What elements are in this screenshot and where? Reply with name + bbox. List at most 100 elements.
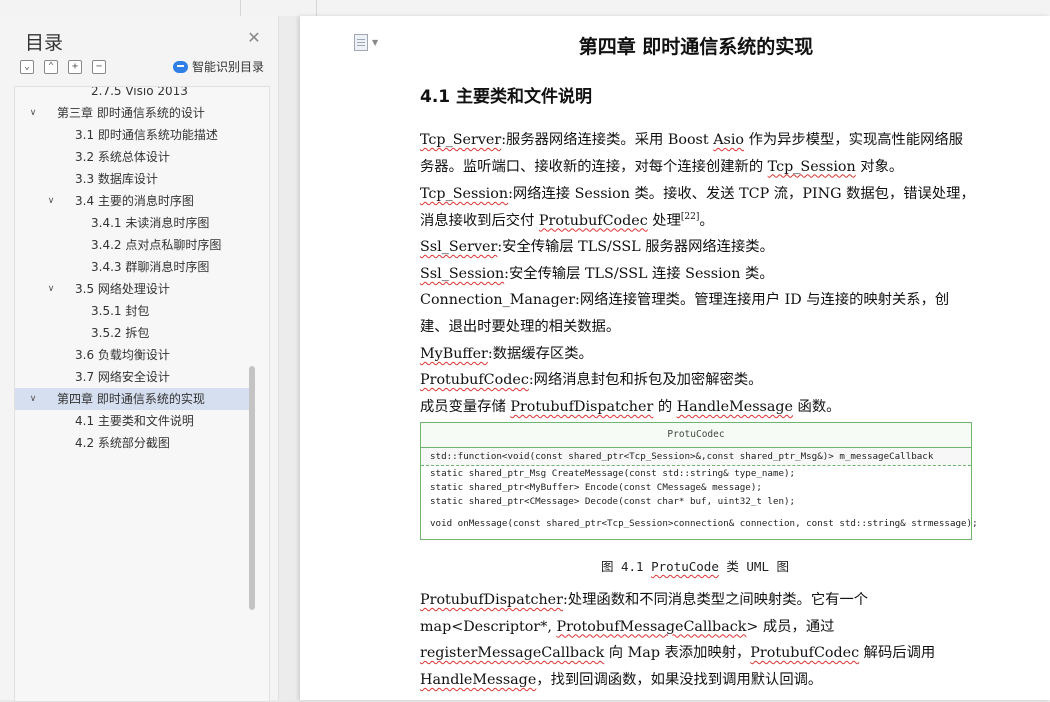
term: ProtobufMessageCallback (556, 618, 747, 635)
chevron-down-icon[interactable]: ∨ (27, 388, 39, 410)
text-run: 函数。 (793, 399, 841, 415)
term: HandleMessage (676, 399, 793, 415)
toc-item[interactable]: ∨ 第四章 即时通信系统的实现 (15, 388, 249, 410)
term: HandleMessage (420, 671, 537, 688)
text-run: 成员变量存储 (420, 399, 511, 415)
text-run: > 成员，通过 (746, 618, 835, 635)
toc-item[interactable]: 3.5.2 拆包 (15, 322, 249, 344)
sidebar-title: 目录 (25, 32, 64, 54)
text-run: :数据缓存区类。 (487, 346, 593, 362)
term: registerMessageCallback (420, 645, 605, 662)
toc-scrollbar[interactable] (249, 366, 255, 610)
citation: [22] (680, 211, 700, 222)
paragraph-connection-manager: Connection_Manager:网络连接管理类。管理连接用户 ID 与连接… (420, 287, 976, 340)
toc-item[interactable]: ∨ 3.5 网络处理设计 (15, 278, 249, 300)
toc-item-label: 3.5 网络处理设计 (75, 282, 170, 296)
toc-item-label: 4.1 主要类和文件说明 (75, 414, 194, 428)
smart-toc-label: 智能识别目录 (192, 60, 265, 74)
document-icon[interactable] (354, 34, 368, 51)
term: Tcp_Session (767, 158, 856, 175)
toc-item-label: 3.4.1 未读消息时序图 (91, 216, 210, 230)
add-heading-icon[interactable]: + (68, 60, 82, 74)
term: Tcp_Session (420, 186, 509, 202)
toc-item[interactable]: 3.4.3 群聊消息时序图 (15, 256, 249, 278)
text-run: 向 Map 表添加映射， (604, 645, 751, 662)
toc-item[interactable]: 3.4.2 点对点私聊时序图 (15, 234, 249, 256)
paragraph-tcp-session: Tcp_Session:网络连接 Session 类。接收、发送 TCP 流，P… (420, 181, 976, 234)
uml-attribute-row: std::function<void(const shared_ptr<Tcp_… (421, 448, 971, 466)
text-run: 。 (699, 212, 714, 229)
toolbar-divider (316, 0, 317, 16)
chapter-title: 第四章 即时通信系统的实现 (578, 36, 814, 58)
toc-item-label: 3.2 系统总体设计 (75, 150, 170, 164)
text-run: 图 4.1 (600, 559, 652, 574)
smart-toc-button[interactable]: 智能识别目录 (173, 58, 264, 75)
toc-item[interactable]: 2.7.5 Visio 2013 (15, 86, 249, 102)
chevron-down-icon[interactable]: ▼ (372, 38, 378, 47)
toc-item[interactable]: 3.3 数据库设计 (15, 168, 249, 190)
paragraph-ssl-session: Ssl_Session:安全传输层 TLS/SSL 连接 Session 类。 (420, 261, 976, 288)
term: Asio (713, 132, 745, 148)
toc-item[interactable]: 3.1 即时通信系统功能描述 (15, 124, 249, 146)
uml-attribute: std::function<void(const shared_ptr<Tcp_… (430, 451, 934, 462)
toc-item[interactable]: 3.6 负载均衡设计 (15, 344, 249, 366)
text-run: Connection_Manager:网络连接管理类。管理连接用户 ID 与连接… (420, 292, 950, 335)
paragraph-mybuffer: MyBuffer:数据缓存区类。 (420, 341, 976, 368)
paragraph-protubufcodec: ProtubufCodec:网络消息封包和拆包及加密解密类。 (420, 367, 976, 394)
term: Ssl_Session (420, 266, 505, 282)
remove-heading-icon[interactable]: − (92, 60, 106, 74)
close-icon[interactable]: ✕ (246, 30, 262, 46)
term: Ssl_Server (420, 239, 498, 255)
toc-sidebar: 目录 ✕ ⌄ ⌃ + − 智能识别目录 2.7.5 Visio 2013 ∨ 第三章… (0, 16, 279, 702)
text-run: 对象。 (855, 158, 904, 175)
figure-caption: 图 4.1 ProtuCode 类 UML 图 (420, 556, 970, 575)
uml-method: static shared_ptr_Msg CreateMessage(cons… (430, 468, 796, 479)
uml-method: void onMessage(const shared_ptr<Tcp_Sess… (430, 518, 978, 529)
chevron-down-icon[interactable]: ∨ (27, 102, 39, 124)
toc-item-label: 第四章 即时通信系统的实现 (57, 392, 205, 406)
uml-class-diagram: ProtuCodec std::function<void(const shar… (420, 422, 978, 540)
paragraph-ssl-server: Ssl_Server:安全传输层 TLS/SSL 服务器网络连接类。 (420, 234, 976, 261)
text-run: :网络消息封包和拆包及加密解密类。 (528, 372, 763, 388)
uml-method: static shared_ptr<MyBuffer> Encode(const… (430, 482, 762, 493)
text-run: 解码后调用 (859, 645, 936, 662)
term: ProtubufDispatcher (420, 592, 563, 608)
chevron-down-icon[interactable]: ∨ (45, 278, 57, 300)
toc-item-label: 3.1 即时通信系统功能描述 (75, 128, 218, 142)
toc-item[interactable]: 4.1 主要类和文件说明 (15, 410, 249, 432)
uml-method: static shared_ptr<CMessage> Decode(const… (430, 496, 796, 507)
collapse-all-icon[interactable]: ⌄ (20, 60, 34, 74)
toc-item[interactable]: ∨ 3.4 主要的消息时序图 (15, 190, 249, 212)
toc-item-label: 3.4.3 群聊消息时序图 (91, 260, 210, 274)
toc-item-label: 3.3 数据库设计 (75, 172, 158, 186)
toc-item[interactable]: 3.7 网络安全设计 (15, 366, 249, 388)
toc-item[interactable]: ∨ 第三章 即时通信系统的设计 (15, 102, 249, 124)
toc-list: 2.7.5 Visio 2013 ∨ 第三章 即时通信系统的设计 3.1 即时通信系统… (14, 86, 270, 702)
paragraph-member-variable: 成员变量存储 ProtubufDispatcher 的 HandleMessag… (420, 394, 976, 421)
term: ProtubufCodec (538, 212, 648, 229)
toc-item-label: 第三章 即时通信系统的设计 (57, 106, 205, 120)
toc-item-label: 3.6 负载均衡设计 (75, 348, 170, 362)
toc-item-label: 3.5.1 封包 (91, 304, 150, 318)
term: ProtubufCodec (420, 372, 529, 388)
toc-item[interactable]: 3.4.1 未读消息时序图 (15, 212, 249, 234)
toc-item-label: 3.4.2 点对点私聊时序图 (91, 238, 222, 252)
uml-class-name: ProtuCodec (421, 423, 971, 448)
text-run: :安全传输层 TLS/SSL 连接 Session 类。 (504, 266, 774, 282)
toc-item-label: 2.7.5 Visio 2013 (91, 86, 188, 98)
top-toolbar-strip (0, 0, 1050, 17)
chevron-down-icon[interactable]: ∨ (45, 190, 57, 212)
toc-item[interactable]: 4.2 系统部分截图 (15, 432, 249, 454)
term: ProtubufCodec (750, 645, 860, 662)
expand-up-icon[interactable]: ⌃ (44, 60, 58, 74)
toc-item-label: 3.5.2 拆包 (91, 326, 150, 340)
toc-item-label: 3.7 网络安全设计 (75, 370, 170, 384)
paragraph-dispatcher: ProtubufDispatcher:处理函数和不同消息类型之间映射类。它有一个… (420, 587, 976, 693)
term: Tcp_Server (420, 132, 502, 148)
toolbar-divider (240, 0, 241, 16)
text-run: ，找到回调函数，如果没找到调用默认回调。 (536, 671, 823, 688)
term: ProtubufDispatcher (510, 399, 654, 415)
toc-item[interactable]: 3.5.1 封包 (15, 300, 249, 322)
toc-item[interactable]: 3.2 系统总体设计 (15, 146, 249, 168)
text-run: :服务器网络连接类。采用 Boost (501, 132, 714, 148)
